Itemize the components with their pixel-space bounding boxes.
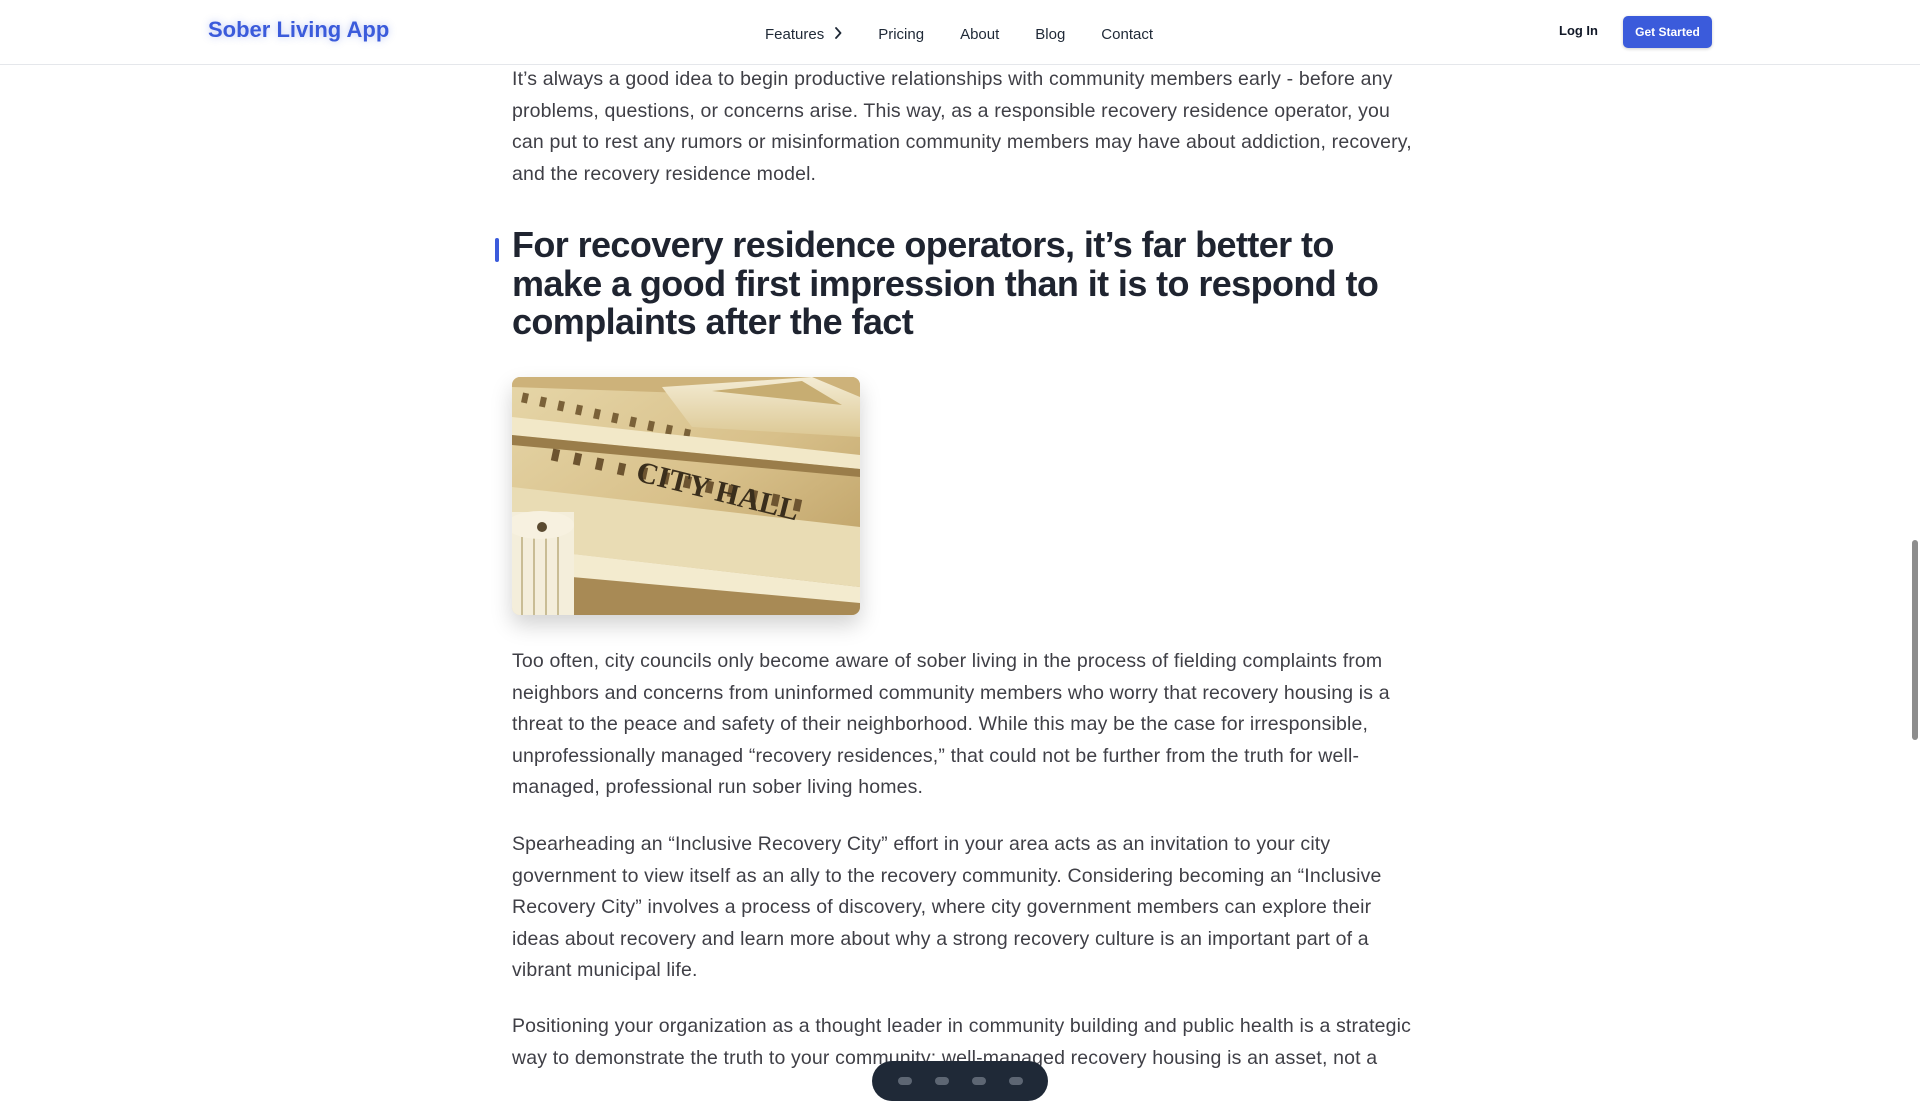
nav-pricing[interactable]: Pricing xyxy=(878,26,924,43)
article-paragraph: Too often, city councils only become awa… xyxy=(512,650,1390,798)
nav-features-label: Features xyxy=(765,25,825,43)
floating-toolbar[interactable] xyxy=(872,1061,1048,1101)
article-paragraph: It’s always a good idea to begin product… xyxy=(512,68,1412,185)
toolbar-icon[interactable] xyxy=(1008,1077,1023,1085)
chevron-right-icon xyxy=(834,26,842,43)
site-header: Sober Living App Features Pricing About … xyxy=(0,0,1920,65)
get-started-button[interactable]: Get Started xyxy=(1623,16,1712,48)
nav-features[interactable]: Features xyxy=(765,26,842,43)
nav-blog[interactable]: Blog xyxy=(1035,26,1065,43)
nav-contact[interactable]: Contact xyxy=(1101,26,1153,43)
article-paragraph: Spearheading an “Inclusive Recovery City… xyxy=(512,833,1382,981)
scrollbar-thumb[interactable] xyxy=(1912,540,1918,740)
logo[interactable]: Sober Living App xyxy=(208,17,389,43)
toolbar-icon[interactable] xyxy=(897,1077,912,1085)
city-hall-image: CITY HALL xyxy=(512,377,860,615)
login-link[interactable]: Log In xyxy=(1559,23,1598,38)
section-heading: For recovery residence operators, it’s f… xyxy=(512,224,1379,342)
main-nav: Features Pricing About Blog Contact xyxy=(765,22,1189,46)
heading-accent-bar xyxy=(495,238,499,262)
toolbar-icon[interactable] xyxy=(934,1077,949,1085)
nav-about[interactable]: About xyxy=(960,26,999,43)
toolbar-icon[interactable] xyxy=(971,1077,986,1085)
